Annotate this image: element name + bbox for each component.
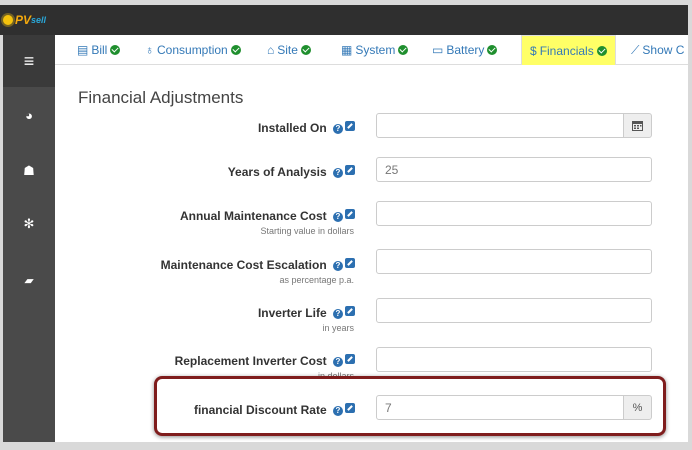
- check-circle-icon: [596, 45, 607, 56]
- tab-label: Battery: [446, 43, 485, 57]
- users-icon: ☗: [23, 163, 35, 178]
- help-icon[interactable]: ?: [333, 168, 343, 178]
- field-label: financial Discount Rate ?: [194, 403, 355, 417]
- tab-site[interactable]: ⌂ Site: [267, 35, 311, 65]
- field-hint: Starting value in dollars: [260, 226, 354, 236]
- tab-label: Bill: [91, 43, 108, 57]
- main-content: ▤ Bill ♁ Consumption ⌂ Site ▦ System ▭ B…: [55, 35, 688, 442]
- edit-icon[interactable]: [345, 258, 355, 268]
- chart-icon: ⟋: [631, 42, 640, 57]
- field-label-text: Annual Maintenance Cost: [179, 209, 327, 223]
- check-circle-icon: [300, 45, 311, 55]
- edit-icon[interactable]: [345, 121, 355, 131]
- window-frame: PV sell ≡ ◕ ☗ ✻ ▰ ▤ Bill ♁ Consumption ⌂…: [0, 0, 692, 450]
- field-hint: as percentage p.a.: [279, 275, 354, 285]
- percent-addon: %: [623, 395, 652, 420]
- field-label-text: Years of Analysis: [227, 165, 327, 179]
- dashboard-icon: ◕: [25, 107, 33, 123]
- field-label: Maintenance Cost Escalation ?: [161, 258, 355, 272]
- edit-icon[interactable]: [345, 403, 355, 413]
- years-of-analysis-input[interactable]: 25: [376, 157, 652, 182]
- window-edge: [688, 35, 692, 442]
- maintenance-cost-escalation-input[interactable]: [376, 249, 652, 274]
- tab-bar: ▤ Bill ♁ Consumption ⌂ Site ▦ System ▭ B…: [55, 35, 688, 65]
- financial-discount-rate-input[interactable]: 7: [376, 395, 624, 420]
- book-icon: ▰: [23, 274, 35, 287]
- sun-icon: [3, 15, 13, 25]
- tab-label: Consumption: [157, 43, 228, 57]
- field-label-text: Replacement Inverter Cost: [174, 354, 327, 368]
- inverter-life-input[interactable]: [376, 298, 652, 323]
- home-icon: ⌂: [267, 43, 275, 57]
- help-icon[interactable]: ?: [333, 406, 343, 416]
- field-label-text: Installed On: [257, 121, 327, 135]
- edit-icon[interactable]: [345, 209, 355, 219]
- installed-on-input[interactable]: [376, 113, 624, 138]
- tab-show-charts[interactable]: ⟋ Show C: [631, 35, 687, 65]
- field-label-text: financial Discount Rate: [193, 403, 327, 417]
- top-bar: [0, 5, 688, 35]
- tab-battery[interactable]: ▭ Battery: [432, 35, 498, 65]
- tab-financials[interactable]: $ Financials: [521, 35, 616, 65]
- field-label: Installed On ?: [258, 121, 355, 135]
- replacement-inverter-cost-input[interactable]: [376, 347, 652, 372]
- calendar-button[interactable]: [623, 113, 652, 138]
- tab-label: Site: [277, 43, 298, 57]
- field-label: Replacement Inverter Cost ?: [175, 354, 355, 368]
- help-icon[interactable]: ?: [333, 212, 343, 222]
- logo-sell-text: sell: [31, 15, 47, 25]
- check-circle-icon: [230, 45, 241, 55]
- tab-label: Show C: [642, 43, 685, 57]
- tab-label: Financials: [539, 43, 594, 58]
- field-label: Inverter Life ?: [258, 306, 355, 320]
- check-circle-icon: [487, 45, 498, 55]
- help-icon[interactable]: ?: [333, 309, 343, 319]
- battery-icon: ▭: [432, 43, 444, 57]
- field-label-text: Maintenance Cost Escalation: [160, 258, 327, 272]
- check-circle-icon: [398, 45, 409, 55]
- check-circle-icon: [110, 45, 121, 55]
- panel-title: Financial Adjustments: [78, 88, 244, 107]
- help-icon[interactable]: ?: [333, 261, 343, 271]
- calendar-icon: [632, 121, 643, 131]
- dollar-icon: $: [530, 43, 537, 58]
- settings-icon: ✻: [23, 216, 35, 231]
- edit-icon[interactable]: [345, 306, 355, 316]
- logo-pv-text: PV: [15, 13, 32, 27]
- edit-icon[interactable]: [345, 165, 355, 175]
- pvsell-logo[interactable]: PV sell: [3, 7, 53, 33]
- lightbulb-icon: ♁: [145, 43, 154, 57]
- field-hint: in dollars: [317, 371, 354, 381]
- tab-bill[interactable]: ▤ Bill: [77, 35, 121, 65]
- edit-icon[interactable]: [345, 354, 355, 364]
- tab-consumption[interactable]: ♁ Consumption: [145, 35, 241, 65]
- field-label: Years of Analysis ?: [228, 165, 355, 179]
- field-hint: in years: [322, 323, 354, 333]
- help-icon[interactable]: ?: [333, 124, 343, 134]
- sidebar-item-users[interactable]: ☗: [3, 145, 55, 197]
- annual-maintenance-cost-input[interactable]: [376, 201, 652, 226]
- field-label: Annual Maintenance Cost ?: [180, 209, 355, 223]
- sidebar-item-docs[interactable]: ▰: [3, 254, 55, 306]
- grid-icon: ▦: [341, 43, 353, 57]
- field-label-text: Inverter Life: [257, 306, 327, 320]
- sidebar-item-menu[interactable]: ≡: [3, 35, 55, 87]
- tab-system[interactable]: ▦ System: [341, 35, 409, 65]
- tab-label: System: [355, 43, 396, 57]
- sidebar-item-settings[interactable]: ✻: [3, 198, 55, 250]
- sidebar: ≡ ◕ ☗ ✻ ▰: [3, 35, 55, 442]
- help-icon[interactable]: ?: [333, 357, 343, 367]
- sidebar-item-dashboard[interactable]: ◕: [3, 89, 55, 141]
- file-icon: ▤: [77, 43, 89, 57]
- menu-icon: ≡: [23, 50, 35, 71]
